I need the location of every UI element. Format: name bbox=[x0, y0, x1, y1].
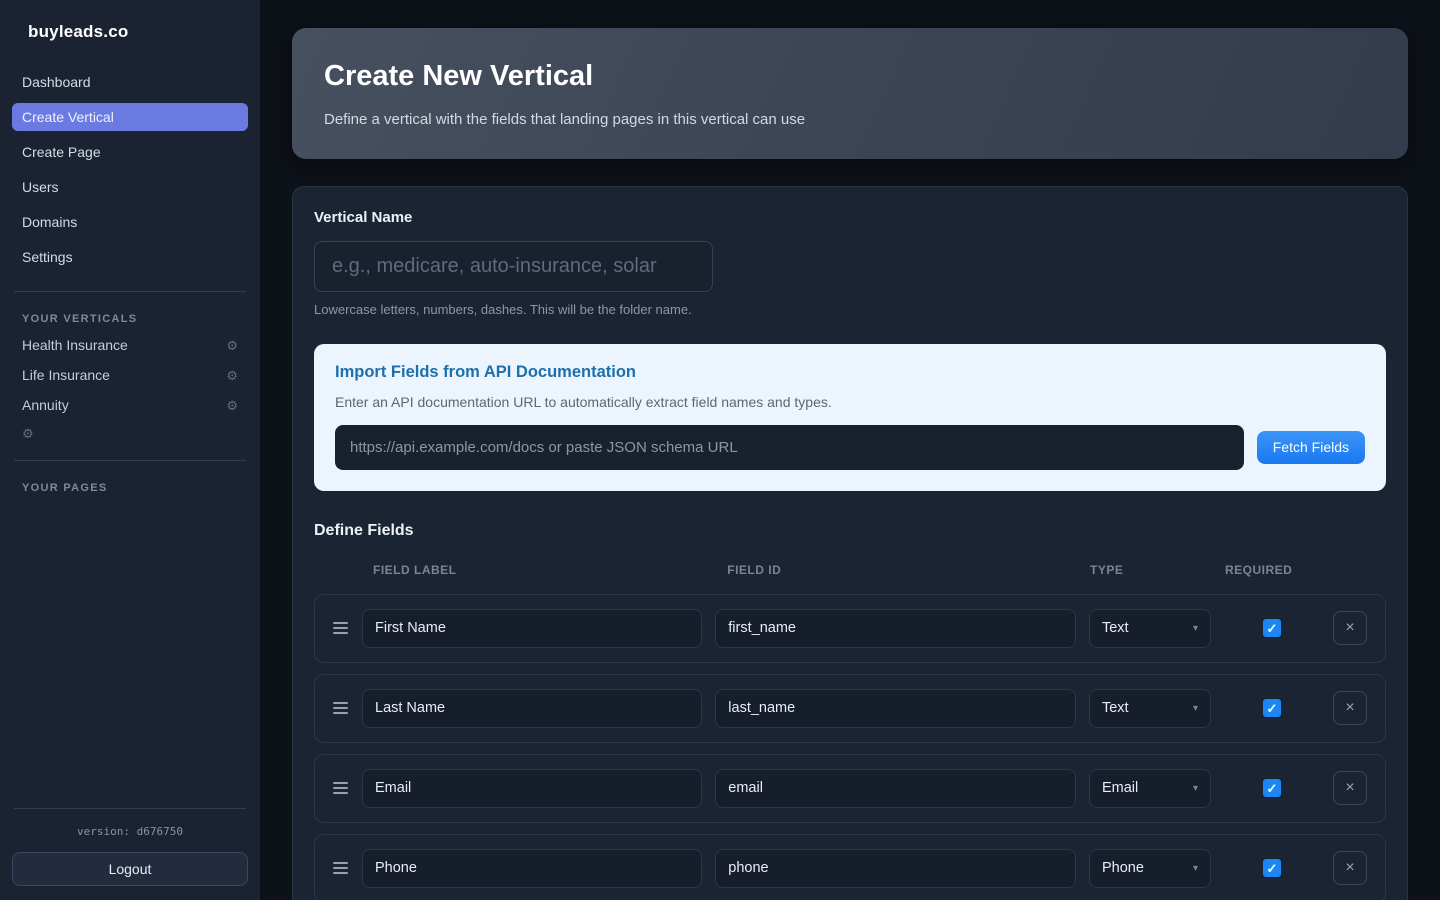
vertical-item-label: Health Insurance bbox=[22, 337, 128, 353]
vertical-item-label: Annuity bbox=[22, 397, 69, 413]
drag-handle-icon[interactable] bbox=[333, 702, 349, 715]
vertical-list-item[interactable]: Health Insurance ⚙ bbox=[12, 330, 248, 360]
field-type-select[interactable]: Phone ▾ bbox=[1088, 848, 1211, 888]
drag-handle-icon[interactable] bbox=[333, 862, 349, 875]
field-type-select[interactable]: Text ▾ bbox=[1088, 608, 1211, 648]
sidebar-divider bbox=[14, 808, 246, 809]
vertical-name-input[interactable] bbox=[314, 240, 713, 292]
import-fields-panel: Import Fields from API Documentation Ent… bbox=[314, 343, 1386, 491]
sidebar-item-dashboard[interactable]: Dashboard bbox=[12, 68, 248, 96]
page-title: Create New Vertical bbox=[324, 60, 594, 92]
sidebar-item-domains[interactable]: Domains bbox=[12, 208, 248, 236]
field-id-input[interactable] bbox=[715, 688, 1076, 728]
main-content: Create New Vertical Define a vertical wi… bbox=[260, 0, 1440, 900]
field-type-value: Phone bbox=[1101, 860, 1144, 877]
chevron-down-icon: ▾ bbox=[1192, 622, 1198, 634]
drag-handle-icon[interactable] bbox=[333, 622, 349, 635]
required-cell: ✓ bbox=[1224, 699, 1320, 718]
sidebar-divider bbox=[14, 291, 246, 292]
required-checkbox[interactable]: ✓ bbox=[1262, 779, 1281, 798]
logout-button[interactable]: Logout bbox=[12, 852, 248, 886]
gear-icon[interactable]: ⚙ bbox=[226, 399, 238, 412]
field-id-input[interactable] bbox=[715, 768, 1076, 808]
vertical-name-help: Lowercase letters, numbers, dashes. This… bbox=[314, 301, 692, 317]
page-subtitle: Define a vertical with the fields that l… bbox=[324, 110, 806, 128]
gear-icon[interactable]: ⚙ bbox=[226, 369, 238, 382]
required-checkbox[interactable]: ✓ bbox=[1262, 699, 1281, 718]
required-cell: ✓ bbox=[1224, 859, 1320, 878]
col-header-required: REQUIRED bbox=[1225, 562, 1293, 577]
sidebar-divider bbox=[14, 460, 246, 461]
create-vertical-form-card: Vertical Name Lowercase letters, numbers… bbox=[292, 185, 1408, 900]
fetch-fields-button[interactable]: Fetch Fields bbox=[1256, 430, 1365, 464]
required-checkbox[interactable]: ✓ bbox=[1262, 859, 1281, 878]
field-type-value: Text bbox=[1101, 700, 1129, 717]
chevron-down-icon: ▾ bbox=[1192, 702, 1198, 714]
vertical-list-item[interactable]: ⚙ bbox=[12, 420, 248, 447]
sidebar-item-create-vertical[interactable]: Create Vertical bbox=[12, 103, 248, 131]
version-text: version: d676750 bbox=[77, 825, 183, 838]
import-url-row: Fetch Fields bbox=[335, 424, 1365, 470]
remove-field-button[interactable]: × bbox=[1332, 611, 1367, 646]
field-label-input[interactable] bbox=[362, 608, 703, 648]
required-cell: ✓ bbox=[1224, 619, 1320, 638]
required-cell: ✓ bbox=[1224, 779, 1320, 798]
col-header-type: TYPE bbox=[1090, 562, 1124, 577]
field-type-value: Text bbox=[1101, 620, 1129, 637]
drag-handle-icon[interactable] bbox=[333, 782, 349, 795]
field-label-input[interactable] bbox=[362, 768, 703, 808]
sidebar-item-settings[interactable]: Settings bbox=[12, 243, 248, 271]
sidebar: buyleads.co Dashboard Create Vertical Crea… bbox=[0, 0, 260, 900]
sidebar-item-create-page[interactable]: Create Page bbox=[12, 138, 248, 166]
gear-icon[interactable]: ⚙ bbox=[22, 427, 34, 440]
field-label-input[interactable] bbox=[362, 688, 703, 728]
app-logo: buyleads.co bbox=[28, 22, 129, 41]
field-row: Email ▾ ✓ × bbox=[314, 753, 1386, 823]
remove-field-button[interactable]: × bbox=[1332, 691, 1367, 726]
field-row: Text ▾ ✓ × bbox=[314, 593, 1386, 663]
vertical-item-label: Life Insurance bbox=[22, 367, 110, 383]
field-label-input[interactable] bbox=[362, 848, 703, 888]
verticals-list: Health Insurance ⚙ Life Insurance ⚙ Annu… bbox=[12, 330, 248, 447]
field-row: Text ▾ ✓ × bbox=[314, 673, 1386, 743]
page-header-card: Create New Vertical Define a vertical wi… bbox=[292, 28, 1408, 159]
fields-list: Text ▾ ✓ × Text ▾ ✓ × Email ▾ ✓ × bbox=[314, 593, 1386, 900]
import-panel-title: Import Fields from API Documentation bbox=[335, 362, 636, 381]
your-pages-header: YOUR PAGES bbox=[22, 482, 108, 494]
sidebar-nav: Dashboard Create Vertical Create Page Users… bbox=[12, 68, 248, 278]
vertical-list-item[interactable]: Life Insurance ⚙ bbox=[12, 360, 248, 390]
field-type-value: Email bbox=[1101, 780, 1139, 797]
define-fields-heading: Define Fields bbox=[314, 521, 414, 539]
field-type-select[interactable]: Text ▾ bbox=[1088, 688, 1211, 728]
vertical-name-label: Vertical Name bbox=[314, 208, 413, 226]
fields-table-header: FIELD LABEL FIELD ID TYPE REQUIRED bbox=[314, 563, 1386, 577]
field-row: Phone ▾ ✓ × bbox=[314, 833, 1386, 900]
field-id-input[interactable] bbox=[715, 608, 1076, 648]
col-header-field-label: FIELD LABEL bbox=[373, 562, 457, 577]
sidebar-bottom: version: d676750 Logout bbox=[12, 795, 248, 886]
remove-field-button[interactable]: × bbox=[1332, 851, 1367, 886]
required-checkbox[interactable]: ✓ bbox=[1262, 619, 1281, 638]
api-url-input[interactable] bbox=[335, 424, 1244, 470]
vertical-list-item[interactable]: Annuity ⚙ bbox=[12, 390, 248, 420]
field-type-select[interactable]: Email ▾ bbox=[1088, 768, 1211, 808]
sidebar-item-users[interactable]: Users bbox=[12, 173, 248, 201]
chevron-down-icon: ▾ bbox=[1192, 862, 1198, 874]
import-panel-description: Enter an API documentation URL to automa… bbox=[335, 393, 832, 410]
remove-field-button[interactable]: × bbox=[1332, 771, 1367, 806]
field-id-input[interactable] bbox=[715, 848, 1076, 888]
your-verticals-header: YOUR VERTICALS bbox=[22, 313, 138, 325]
col-header-field-id: FIELD ID bbox=[727, 562, 782, 577]
chevron-down-icon: ▾ bbox=[1192, 782, 1198, 794]
gear-icon[interactable]: ⚙ bbox=[226, 339, 238, 352]
